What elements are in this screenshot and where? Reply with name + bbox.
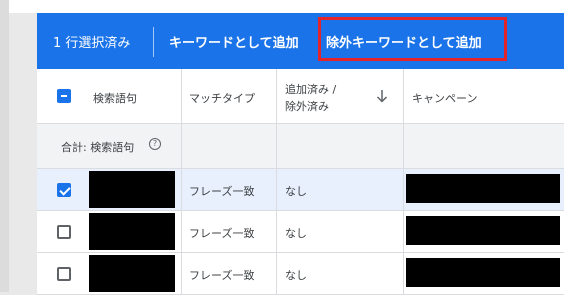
status-cell: なし <box>285 269 307 282</box>
redacted-campaign <box>406 258 560 287</box>
column-divider <box>181 69 182 295</box>
left-side-strip <box>0 0 9 292</box>
redacted-search-term <box>89 213 175 250</box>
redacted-search-term <box>89 255 175 292</box>
status-cell: なし <box>285 227 307 240</box>
match-type-cell: フレーズ一致 <box>189 227 255 240</box>
table-row[interactable]: フレーズ一致 なし <box>37 211 564 253</box>
total-row: 合計: 検索語句 ? <box>37 124 564 169</box>
selected-count-label: 1 行選択済み <box>53 36 131 51</box>
redacted-search-term <box>89 171 175 208</box>
match-type-cell: フレーズ一致 <box>189 185 255 198</box>
select-all-checkbox[interactable] <box>57 89 71 103</box>
column-header-search-term[interactable]: 検索語句 <box>93 90 137 106</box>
arrow-down-icon[interactable] <box>376 89 388 103</box>
total-label: 合計: 検索語句 <box>61 141 135 154</box>
match-type-cell: フレーズ一致 <box>189 269 255 282</box>
column-header-added-excluded-line1[interactable]: 追加済み / <box>285 81 336 97</box>
column-header-match-type[interactable]: マッチタイプ <box>189 90 255 106</box>
top-spacer <box>9 0 564 13</box>
action-bar-divider <box>153 27 154 57</box>
column-header-campaign[interactable]: キャンペーン <box>412 90 477 106</box>
row-checkbox[interactable] <box>57 183 71 197</box>
row-checkbox[interactable] <box>57 225 71 239</box>
column-divider <box>276 69 277 295</box>
redacted-campaign <box>406 174 560 203</box>
table-row[interactable]: フレーズ一致 なし <box>37 253 564 295</box>
column-divider <box>403 69 404 295</box>
table-row[interactable]: フレーズ一致 なし <box>37 169 564 211</box>
column-header-added-excluded-line2[interactable]: 除外済み <box>285 98 329 114</box>
add-as-keyword-button[interactable]: キーワードとして追加 <box>169 32 299 51</box>
table-header-row: 検索語句 マッチタイプ 追加済み / 除外済み キャンペーン <box>37 69 564 124</box>
status-cell: なし <box>285 185 307 198</box>
row-checkbox[interactable] <box>57 267 71 281</box>
help-icon[interactable]: ? <box>149 138 161 150</box>
redacted-campaign <box>406 216 560 245</box>
annotation-highlight-box <box>318 17 507 61</box>
